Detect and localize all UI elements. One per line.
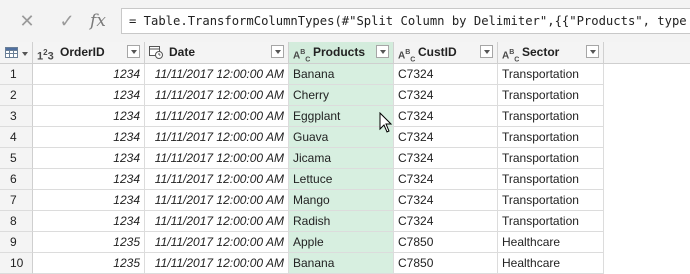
filter-dropdown-button[interactable] xyxy=(480,45,493,58)
chevron-down-icon xyxy=(22,52,28,56)
cell-custid[interactable]: C7324 xyxy=(394,85,498,106)
mouse-cursor-icon xyxy=(379,112,393,133)
cell-products[interactable]: Banana xyxy=(289,64,394,85)
cell-orderid[interactable]: 1234 xyxy=(33,190,145,211)
cell-custid[interactable]: C7324 xyxy=(394,211,498,232)
cell-date[interactable]: 11/11/2017 12:00:00 AM xyxy=(145,190,289,211)
column-header-label: Sector xyxy=(522,45,560,59)
cell-orderid[interactable]: 1234 xyxy=(33,106,145,127)
cell-products[interactable]: Radish xyxy=(289,211,394,232)
cancel-icon[interactable]: ✕ xyxy=(12,8,42,34)
cell-custid[interactable]: C7324 xyxy=(394,190,498,211)
table-row[interactable]: 4 1234 11/11/2017 12:00:00 AM Guava C7324 Tra… xyxy=(0,127,690,148)
cell-date[interactable]: 11/11/2017 12:00:00 AM xyxy=(145,253,289,274)
column-header-custid[interactable]: ABC CustID xyxy=(394,42,498,63)
column-header-date[interactable]: Date xyxy=(145,42,289,63)
row-number[interactable]: 10 xyxy=(0,253,33,274)
cell-products[interactable]: Mango xyxy=(289,190,394,211)
table-menu-button[interactable] xyxy=(0,42,33,63)
row-number[interactable]: 8 xyxy=(0,211,33,232)
cell-sector[interactable]: Transportation xyxy=(498,85,604,106)
cell-date[interactable]: 11/11/2017 12:00:00 AM xyxy=(145,232,289,253)
cell-sector[interactable]: Transportation xyxy=(498,211,604,232)
table-row[interactable]: 3 1234 11/11/2017 12:00:00 AM Eggplant C7324… xyxy=(0,106,690,127)
column-header-label: OrderID xyxy=(60,45,105,59)
filter-dropdown-button[interactable] xyxy=(127,45,140,58)
table-row[interactable]: 8 1234 11/11/2017 12:00:00 AM Radish C7324 Tr… xyxy=(0,211,690,232)
cell-orderid[interactable]: 1234 xyxy=(33,169,145,190)
column-header-label: Products xyxy=(313,45,366,59)
cell-date[interactable]: 11/11/2017 12:00:00 AM xyxy=(145,169,289,190)
cell-date[interactable]: 11/11/2017 12:00:00 AM xyxy=(145,85,289,106)
cell-sector[interactable]: Healthcare xyxy=(498,232,604,253)
cell-date[interactable]: 11/11/2017 12:00:00 AM xyxy=(145,127,289,148)
cell-date[interactable]: 11/11/2017 12:00:00 AM xyxy=(145,64,289,85)
column-header-label: Date xyxy=(169,45,196,59)
whole-number-type-icon[interactable]: 123 xyxy=(37,42,54,63)
cell-orderid[interactable]: 1235 xyxy=(33,232,145,253)
table-row[interactable]: 5 1234 11/11/2017 12:00:00 AM Jicama C7324 Tr… xyxy=(0,148,690,169)
cell-orderid[interactable]: 1234 xyxy=(33,85,145,106)
row-number[interactable]: 6 xyxy=(0,169,33,190)
cell-sector[interactable]: Healthcare xyxy=(498,253,604,274)
formula-bar: ✕ ✓ fx = Table.TransformColumnTypes(#"Sp… xyxy=(0,0,690,42)
data-grid: 123 OrderID Date ABC Products ABC CustID xyxy=(0,42,690,274)
row-number[interactable]: 7 xyxy=(0,190,33,211)
text-type-icon[interactable]: ABC xyxy=(502,42,519,63)
cell-orderid[interactable]: 1234 xyxy=(33,64,145,85)
table-row[interactable]: 2 1234 11/11/2017 12:00:00 AM Cherry C7324 Tr… xyxy=(0,85,690,106)
table-row[interactable]: 10 1235 11/11/2017 12:00:00 AM Banana C7850 H… xyxy=(0,253,690,274)
column-header-products[interactable]: ABC Products xyxy=(289,42,394,63)
row-number[interactable]: 2 xyxy=(0,85,33,106)
table-row[interactable]: 1 1234 11/11/2017 12:00:00 AM Banana C7324 Tr… xyxy=(0,64,690,85)
cell-custid[interactable]: C7324 xyxy=(394,127,498,148)
column-header-row: 123 OrderID Date ABC Products ABC CustID xyxy=(0,42,690,64)
cell-custid[interactable]: C7324 xyxy=(394,106,498,127)
row-number[interactable]: 9 xyxy=(0,232,33,253)
cell-products[interactable]: Cherry xyxy=(289,85,394,106)
cell-sector[interactable]: Transportation xyxy=(498,64,604,85)
text-type-icon[interactable]: ABC xyxy=(293,42,310,63)
cell-date[interactable]: 11/11/2017 12:00:00 AM xyxy=(145,106,289,127)
row-number[interactable]: 3 xyxy=(0,106,33,127)
cell-products[interactable]: Apple xyxy=(289,232,394,253)
cell-products[interactable]: Jicama xyxy=(289,148,394,169)
cell-orderid[interactable]: 1234 xyxy=(33,211,145,232)
table-row[interactable]: 9 1235 11/11/2017 12:00:00 AM Apple C7850 Hea… xyxy=(0,232,690,253)
column-header-label: CustID xyxy=(418,45,457,59)
cell-date[interactable]: 11/11/2017 12:00:00 AM xyxy=(145,211,289,232)
cell-sector[interactable]: Transportation xyxy=(498,169,604,190)
cell-sector[interactable]: Transportation xyxy=(498,190,604,211)
table-row[interactable]: 7 1234 11/11/2017 12:00:00 AM Mango C7324 Tra… xyxy=(0,190,690,211)
cell-date[interactable]: 11/11/2017 12:00:00 AM xyxy=(145,148,289,169)
filter-dropdown-button[interactable] xyxy=(586,45,599,58)
formula-input[interactable]: = Table.TransformColumnTypes(#"Split Col… xyxy=(121,8,690,34)
cell-custid[interactable]: C7850 xyxy=(394,232,498,253)
cell-orderid[interactable]: 1235 xyxy=(33,253,145,274)
row-number[interactable]: 1 xyxy=(0,64,33,85)
cell-orderid[interactable]: 1234 xyxy=(33,148,145,169)
column-header-orderid[interactable]: 123 OrderID xyxy=(33,42,145,63)
cell-custid[interactable]: C7324 xyxy=(394,169,498,190)
row-number[interactable]: 4 xyxy=(0,127,33,148)
column-header-sector[interactable]: ABC Sector xyxy=(498,42,604,63)
cell-sector[interactable]: Transportation xyxy=(498,127,604,148)
cell-products[interactable]: Lettuce xyxy=(289,169,394,190)
cell-custid[interactable]: C7324 xyxy=(394,64,498,85)
text-type-icon[interactable]: ABC xyxy=(398,42,415,63)
row-number[interactable]: 5 xyxy=(0,148,33,169)
cell-sector[interactable]: Transportation xyxy=(498,106,604,127)
cell-sector[interactable]: Transportation xyxy=(498,148,604,169)
cell-products[interactable]: Banana xyxy=(289,253,394,274)
table-icon xyxy=(5,47,18,58)
datetime-type-icon[interactable] xyxy=(149,45,163,59)
table-row[interactable]: 6 1234 11/11/2017 12:00:00 AM Lettuce C7324 T… xyxy=(0,169,690,190)
cell-custid[interactable]: C7850 xyxy=(394,253,498,274)
cell-custid[interactable]: C7324 xyxy=(394,148,498,169)
fx-icon[interactable]: fx xyxy=(83,8,113,34)
confirm-icon[interactable]: ✓ xyxy=(52,8,82,34)
filter-dropdown-button[interactable] xyxy=(271,45,284,58)
cell-orderid[interactable]: 1234 xyxy=(33,127,145,148)
filter-dropdown-button[interactable] xyxy=(376,45,389,58)
